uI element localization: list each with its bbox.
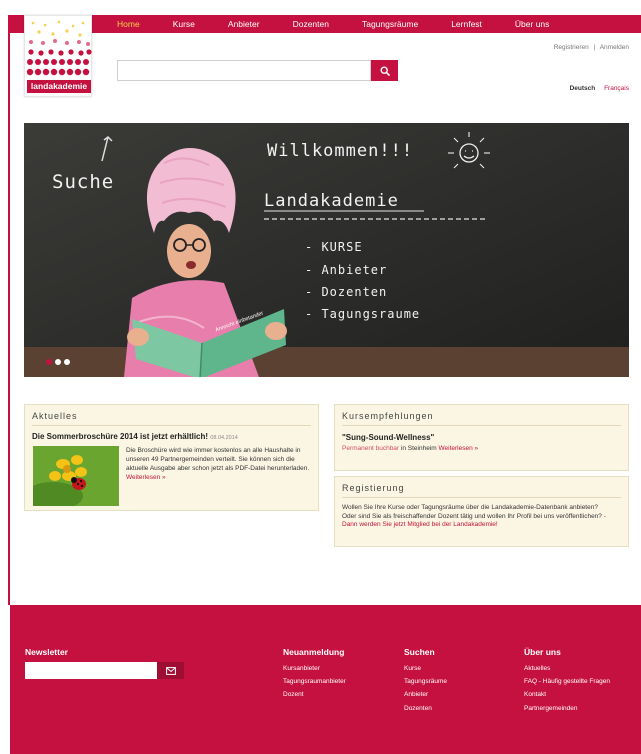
page: Home Kurse Anbieter Dozenten Tagungsräum… [0,0,641,754]
kursempfehlungen-title: Kursempfehlungen [342,411,434,421]
nav-item-tagungsraeume[interactable]: Tagungsräume [362,19,418,29]
aktuelles-more-link[interactable]: Weiterlesen » [126,474,166,481]
ladybug-image[interactable] [33,446,119,506]
course-details: Permanent buchbar in Steinheim Weiterles… [335,445,628,452]
aktuelles-box: Aktuelles Die Sommerbroschüre 2014 ist j… [24,404,319,511]
hero-slider: Suche Willkommen!!! Landakademie - KURSE… [24,123,629,377]
nav-item-home[interactable]: Home [117,19,140,29]
left-accent-rule [8,15,10,605]
nav-item-ueber-uns[interactable]: Über uns [515,19,550,29]
footer-ueber-uns-title: Über uns [524,647,561,657]
language-switcher: Deutsch Français [570,85,629,92]
footer-link-kurse[interactable]: Kurse [404,665,421,672]
footer-link-dozent[interactable]: Dozent [283,691,304,698]
logo-dots-graphic [26,20,92,76]
hero-title: Willkommen!!! [267,141,414,161]
search-button[interactable] [371,60,398,81]
main-nav: Home Kurse Anbieter Dozenten Tagungsräum… [117,15,549,33]
aktuelles-date: 08.04.2014 [210,435,238,441]
lang-de[interactable]: Deutsch [570,85,596,92]
site-logo[interactable]: landakademie [24,15,92,97]
registrierung-text: Wollen Sie Ihre Kurse oder Tagungsräume … [335,498,628,530]
search-input[interactable] [117,60,371,81]
course-location: in Steinheim [400,445,437,452]
registrierung-line-1: Wollen Sie Ihre Kurse oder Tagungsräume … [342,504,598,511]
course-name[interactable]: "Sung-Sound-Wellness" [335,426,628,445]
footer-link-partnergemeinden[interactable]: Partnergemeinden [524,705,577,712]
logo-wordmark: landakademie [27,80,91,93]
account-separator: | [593,44,596,51]
slider-dot-1[interactable] [46,359,52,365]
aktuelles-headline[interactable]: Die Sommerbroschüre 2014 ist jetzt erhäl… [25,426,318,441]
newsletter-email-input[interactable] [25,662,157,679]
slider-dot-2[interactable] [55,359,61,365]
footer-suchen-title: Suchen [404,647,435,657]
nav-item-lernfest[interactable]: Lernfest [451,19,482,29]
nav-item-anbieter[interactable]: Anbieter [228,19,260,29]
registrierung-line-2-text: Oder sind Sie als freischaffender Dozent… [342,512,602,520]
lang-fr[interactable]: Français [604,85,629,92]
hero-list-item-tagungsraeume: - Tagungsraume [305,307,421,321]
registrierung-line-2: Oder sind Sie als freischaffender Dozent… [342,513,621,530]
top-nav-bar: Home Kurse Anbieter Dozenten Tagungsräum… [10,15,641,33]
hero-list-item-dozenten: - Dozenten [305,285,388,299]
registrierung-box: Registierung Wollen Sie Ihre Kurse oder … [334,476,629,547]
search-icon [379,65,390,76]
aktuelles-body: Die Broschüre wird wie immer kostenlos a… [126,446,314,482]
search-bar [117,60,398,81]
hero-suche-text: Suche [52,171,115,193]
nav-item-kurse[interactable]: Kurse [173,19,195,29]
slider-dots [46,359,73,365]
ladybug-flower-graphic [33,446,119,506]
footer: Newsletter Neuanmeldung Kursanbieter Tag… [10,605,641,754]
kursempfehlungen-box: Kursempfehlungen "Sung-Sound-Wellness" P… [334,404,629,471]
register-link[interactable]: Registrieren [554,44,589,51]
course-availability: Permanent buchbar [342,445,400,452]
registrierung-title: Registierung [342,483,405,493]
footer-newsletter-title: Newsletter [25,647,68,657]
hero-subtitle: Landakademie [264,191,399,211]
footer-link-tagungsraumanbieter[interactable]: Tagungsraumanbieter [283,678,346,685]
footer-link-faq[interactable]: FAQ - Häufig gestellte Fragen [524,678,610,685]
account-links: Registrieren | Anmelden [554,44,629,51]
aktuelles-headline-text: Die Sommerbroschüre 2014 ist jetzt erhäl… [32,432,209,441]
nav-item-dozenten[interactable]: Dozenten [293,19,329,29]
footer-link-tagungsraeume[interactable]: Tagungsräume [404,678,447,685]
footer-link-kursanbieter[interactable]: Kursanbieter [283,665,320,672]
aktuelles-body-text: Die Broschüre wird wie immer kostenlos a… [126,447,310,472]
footer-link-anbieter[interactable]: Anbieter [404,691,428,698]
hero-list-item-anbieter: - Anbieter [305,263,388,277]
newsletter-submit-button[interactable] [157,662,184,679]
footer-link-dozenten[interactable]: Dozenten [404,705,432,712]
course-more-link[interactable]: Weiterlesen » [439,445,479,452]
envelope-icon [165,666,176,675]
login-link[interactable]: Anmelden [600,44,629,51]
hero-list-item-kurse: - KURSE [305,240,363,254]
footer-neuanmeldung-title: Neuanmeldung [283,647,345,657]
slider-dot-3[interactable] [64,359,70,365]
footer-link-kontakt[interactable]: Kontakt [524,691,546,698]
footer-link-aktuelles[interactable]: Aktuelles [524,665,550,672]
aktuelles-title: Aktuelles [32,411,78,421]
